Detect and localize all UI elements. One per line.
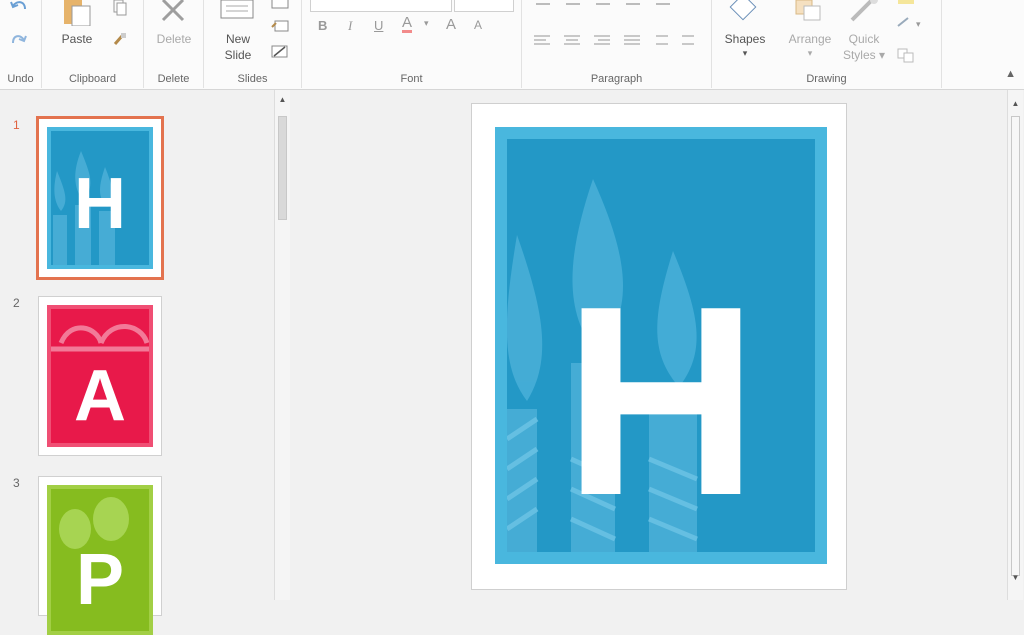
undo-group-label: Undo [7, 73, 34, 85]
font-color-dropdown-icon[interactable]: ▾ [424, 18, 429, 29]
arrange-dropdown-icon: ▾ [807, 48, 813, 58]
scrollbar-thumb[interactable] [1011, 116, 1020, 576]
scroll-up-icon[interactable]: ▲ [275, 92, 290, 108]
drawing-group-label: Drawing [806, 73, 847, 85]
delete-group-label: Delete [157, 73, 190, 85]
alignment-icons[interactable] [532, 34, 702, 48]
font-size-box[interactable] [454, 0, 514, 12]
slide-thumbnail-1[interactable]: H [36, 116, 164, 280]
quick-styles-icon[interactable] [848, 0, 884, 24]
scrollbar-thumb[interactable] [278, 116, 287, 220]
delete-button[interactable]: Delete [146, 31, 202, 47]
slide-number: 3 [13, 476, 20, 490]
quick-styles-button[interactable]: Quick Styles ▾ [836, 31, 892, 63]
drawing-group: ▾ Shapes ▾ Arrange ▾ Quick Styles ▾ Draw… [712, 0, 942, 88]
slides-group-label: Slides [237, 73, 268, 85]
font-name-box[interactable] [310, 0, 452, 12]
shrink-font-button[interactable]: A [474, 18, 482, 32]
shape-fill-icon[interactable] [896, 0, 920, 10]
scroll-down-icon[interactable]: ▼ [1008, 570, 1023, 586]
thumb-card-inner: P [51, 489, 149, 631]
quick-styles-label-line1: Quick [848, 32, 880, 46]
thumb-card-a: A [47, 305, 153, 447]
paragraph-group: Paragraph [522, 0, 712, 88]
slide-thumbnail-2[interactable]: A [38, 296, 162, 456]
thumb-card-p: P [47, 485, 153, 635]
undo-icon[interactable] [9, 0, 29, 16]
font-color-button[interactable]: A [402, 15, 413, 33]
slide-number: 2 [13, 296, 20, 310]
paste-icon[interactable] [62, 0, 98, 26]
shapes-dropdown-icon: ▾ [742, 48, 748, 58]
shape-effects-icon[interactable] [896, 47, 920, 63]
underline-button[interactable]: U [374, 18, 383, 33]
new-slide-button[interactable]: New Slide [214, 31, 262, 63]
shapes-button[interactable]: Shapes ▾ [718, 31, 772, 59]
bold-button[interactable]: B [318, 18, 327, 33]
collapse-ribbon-icon[interactable]: ▲ [1005, 68, 1016, 80]
editor-scrollbar[interactable]: ▲ ▼ [1007, 90, 1023, 600]
list-indent-icons[interactable] [532, 0, 692, 10]
delete-group: Delete Delete [144, 0, 204, 88]
slide-number: 1 [13, 118, 20, 132]
font-group-label: Font [400, 73, 423, 85]
arrange-icon[interactable] [792, 0, 828, 24]
layout-icon[interactable] [270, 0, 290, 11]
shapes-icon[interactable] [726, 0, 762, 24]
new-slide-icon[interactable] [220, 0, 256, 22]
undo-group: Undo [0, 0, 42, 88]
thumb-card-inner: A [51, 309, 149, 443]
thumbnail-scrollbar[interactable]: ▲ [274, 90, 290, 600]
clipboard-group-label: Clipboard [68, 73, 117, 85]
quick-styles-label-line2: Styles ▾ [842, 48, 886, 62]
paste-button[interactable]: Paste [54, 31, 100, 47]
reset-slide-icon[interactable] [270, 19, 290, 35]
clipboard-group: Paste Clipboard [42, 0, 144, 88]
paragraph-group-label: Paragraph [590, 73, 643, 85]
slides-group: New Slide Slides [204, 0, 302, 88]
slide-card[interactable]: H [495, 127, 827, 564]
thumb-card-inner: H [51, 131, 149, 265]
slide-thumbnail-3[interactable]: P [38, 476, 162, 635]
italic-button[interactable]: I [348, 18, 352, 34]
arrange-button[interactable]: Arrange ▾ [778, 31, 842, 59]
thumb-letter: H [74, 164, 126, 244]
ribbon: Undo Paste Clipboard Delete Delete New S… [0, 0, 1024, 90]
shapes-label: Shapes [724, 32, 766, 46]
redo-icon[interactable] [9, 32, 29, 50]
slide-editor: H [291, 90, 1007, 600]
new-slide-label-line2: Slide [224, 48, 252, 62]
slide-letter[interactable]: H [507, 267, 815, 537]
grow-font-button[interactable]: A [446, 16, 456, 33]
font-group: B I U A ▾ A A Font [302, 0, 522, 88]
copy-icon[interactable] [112, 0, 128, 16]
slide-card-inner: H [507, 139, 815, 552]
delete-x-icon[interactable] [160, 0, 186, 22]
thumb-card-h: H [47, 127, 153, 269]
arrange-label: Arrange [788, 32, 832, 46]
shape-outline-icon[interactable]: ▾ [896, 16, 926, 30]
slide-thumbnail-panel: 1 H 2 A 3 P ▲ [0, 90, 290, 635]
thumb-letter: P [75, 540, 125, 620]
thumb-letter: A [74, 356, 126, 436]
format-painter-icon[interactable] [112, 32, 128, 48]
new-slide-label-line1: New [225, 32, 250, 46]
svg-text:▾: ▾ [916, 19, 921, 29]
section-icon[interactable] [270, 44, 290, 60]
scroll-up-icon[interactable]: ▲ [1008, 96, 1023, 112]
slide-canvas[interactable]: H [471, 103, 847, 590]
